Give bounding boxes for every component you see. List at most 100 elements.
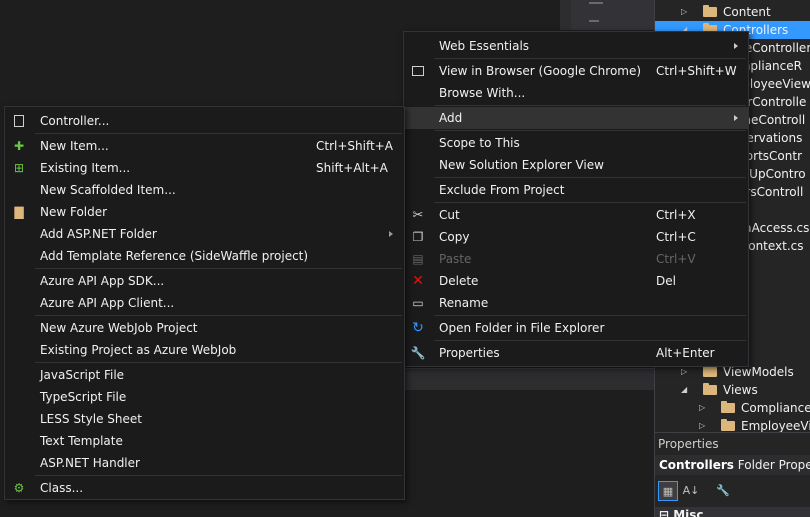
tree-item[interactable]: ◢ Views [655,381,810,399]
menu-item-new-azure-webjob-project[interactable]: New Azure WebJob Project [5,317,404,339]
menu-item-label: Exclude From Project [439,183,565,197]
menu-item-label: Scope to This [439,136,520,150]
tree-expander-icon[interactable]: ▷ [699,399,705,417]
menu-item-shortcut: Del [656,274,676,288]
section-collapse-icon: ⊟ [659,508,674,517]
menu-item-view-in-browser-google-chrome[interactable]: View in Browser (Google Chrome) Ctrl+Shif… [404,60,748,82]
menu-item-label: New Solution Explorer View [439,158,604,172]
menu-item-label: ASP.NET Handler [40,456,140,470]
menu-item-label: TypeScript File [40,390,127,404]
menu-item-new-item[interactable]: ✚ New Item... Ctrl+Shift+A [5,135,404,157]
editor-output-divider [404,368,654,390]
folder-icon [703,365,717,377]
folder-icon [703,383,717,395]
minimap-line [589,20,599,22]
paste-icon: ▤ [412,252,424,266]
menu-item-shortcut: Ctrl+C [656,230,696,244]
menu-item-label: New Azure WebJob Project [40,321,198,335]
property-pages-icon[interactable]: 🔧 [713,481,733,501]
menu-item-label: LESS Style Sheet [40,412,142,426]
editor-tab-strip [0,0,580,30]
new-folder-icon: ▇ [14,205,24,219]
menu-item-shortcut: Ctrl+Shift+W [656,64,737,78]
tree-item-label: Views [723,383,758,397]
properties-object-name: Controllers [659,458,734,472]
menu-item-class[interactable]: ⚙ Class... [5,477,404,499]
menu-item-label: Open Folder in File Explorer [439,321,605,335]
menu-item-label: New Scaffolded Item... [40,183,176,197]
menu-item-browse-with[interactable]: Browse With... [404,82,748,104]
menu-item-existing-project-as-azure-webjob[interactable]: Existing Project as Azure WebJob [5,339,404,361]
menu-item-delete[interactable]: ✕ Delete Del [404,270,748,292]
properties-title: Properties [658,437,719,451]
tree-item[interactable]: ▷ EmployeeVi [655,417,810,432]
menu-item-label: Properties [439,346,500,360]
tree-item[interactable]: ▷ ComplianceR [655,399,810,417]
menu-item-javascript-file[interactable]: JavaScript File [5,364,404,386]
menu-item-label: Copy [439,230,470,244]
wrench-icon: 🔧 [410,346,426,360]
menu-item-shortcut: Alt+Enter [656,346,715,360]
alphabetical-icon[interactable]: A↓ [681,481,701,501]
menu-item-add-asp-net-folder[interactable]: Add ASP.NET Folder [5,223,404,245]
class-icon: ⚙ [13,481,25,495]
menu-item-scope-to-this[interactable]: Scope to This [404,132,748,154]
menu-item-add[interactable]: Add [404,107,748,129]
tree-expander-icon[interactable]: ◢ [681,381,687,399]
folder-icon [703,5,717,17]
copy-icon: ❐ [412,230,424,244]
menu-item-label: Add Template Reference (SideWaffle proje… [40,249,309,263]
context-menu: Web Essentials View in Browser (Google Ch… [403,31,749,367]
menu-item-rename[interactable]: ▭ Rename [404,292,748,314]
menu-item-existing-item[interactable]: ⊞ Existing Item... Shift+Alt+A [5,157,404,179]
menu-item-label: Browse With... [439,86,526,100]
rename-icon: ▭ [412,296,424,310]
menu-item-label: Web Essentials [439,39,530,53]
menu-item-asp-net-handler[interactable]: ASP.NET Handler [5,452,404,474]
tree-expander-icon[interactable]: ▷ [681,3,687,21]
menu-item-open-folder-in-file-explorer[interactable]: ↻ Open Folder in File Explorer [404,317,748,339]
add-submenu: Controller... ✚ New Item... Ctrl+Shift+A ⊞ Ex… [4,106,405,500]
tree-item-label: ComplianceR [741,401,810,415]
menu-item-label: Existing Item... [40,161,131,175]
submenu-arrow-icon [389,231,393,237]
new-item-icon: ✚ [13,139,25,153]
menu-item-label: View in Browser (Google Chrome) [439,64,642,78]
menu-item-text-template[interactable]: Text Template [5,430,404,452]
section-label: Misc [673,508,704,517]
menu-item-azure-api-app-sdk[interactable]: Azure API App SDK... [5,270,404,292]
menu-item-web-essentials[interactable]: Web Essentials [404,35,748,57]
categorized-icon[interactable]: ▦ [658,481,678,501]
properties-section-misc[interactable]: ⊟ Misc [655,507,810,517]
menu-item-add-template-reference-sidewaffle-project[interactable]: Add Template Reference (SideWaffle proje… [5,245,404,267]
menu-item-shortcut: Shift+Alt+A [316,161,388,175]
folder-icon [721,401,735,413]
menu-item-shortcut: Ctrl+X [656,208,696,222]
menu-item-label: JavaScript File [40,368,125,382]
menu-item-azure-api-app-client[interactable]: Azure API App Client... [5,292,404,314]
menu-item-controller[interactable]: Controller... [5,110,404,132]
menu-item-new-solution-explorer-view[interactable]: New Solution Explorer View [404,154,748,176]
menu-item-properties[interactable]: 🔧 Properties Alt+Enter [404,342,748,364]
menu-item-label: Existing Project as Azure WebJob [40,343,237,357]
submenu-arrow-icon [734,115,738,121]
properties-panel: Properties Controllers Folder Properties… [654,432,810,517]
properties-object-type: Folder Properties [737,458,810,472]
menu-item-label: New Item... [40,139,109,153]
controller-icon [11,113,27,129]
minimap[interactable] [571,0,654,30]
menu-item-label: Rename [439,296,489,310]
menu-item-cut[interactable]: ✂ Cut Ctrl+X [404,204,748,226]
menu-item-new-scaffolded-item[interactable]: New Scaffolded Item... [5,179,404,201]
menu-item-label: Azure API App Client... [40,296,175,310]
menu-item-new-folder[interactable]: ▇ New Folder [5,201,404,223]
tree-expander-icon[interactable]: ▷ [699,417,705,432]
menu-item-exclude-from-project[interactable]: Exclude From Project [404,179,748,201]
menu-item-typescript-file[interactable]: TypeScript File [5,386,404,408]
properties-object-selector[interactable]: Controllers Folder Properties [655,455,810,475]
menu-item-less-style-sheet[interactable]: LESS Style Sheet [5,408,404,430]
menu-item-copy[interactable]: ❐ Copy Ctrl+C [404,226,748,248]
menu-item-shortcut: Ctrl+V [656,252,696,266]
tree-item[interactable]: ▷ Content [655,3,810,21]
menu-item-label: Add [439,111,463,125]
